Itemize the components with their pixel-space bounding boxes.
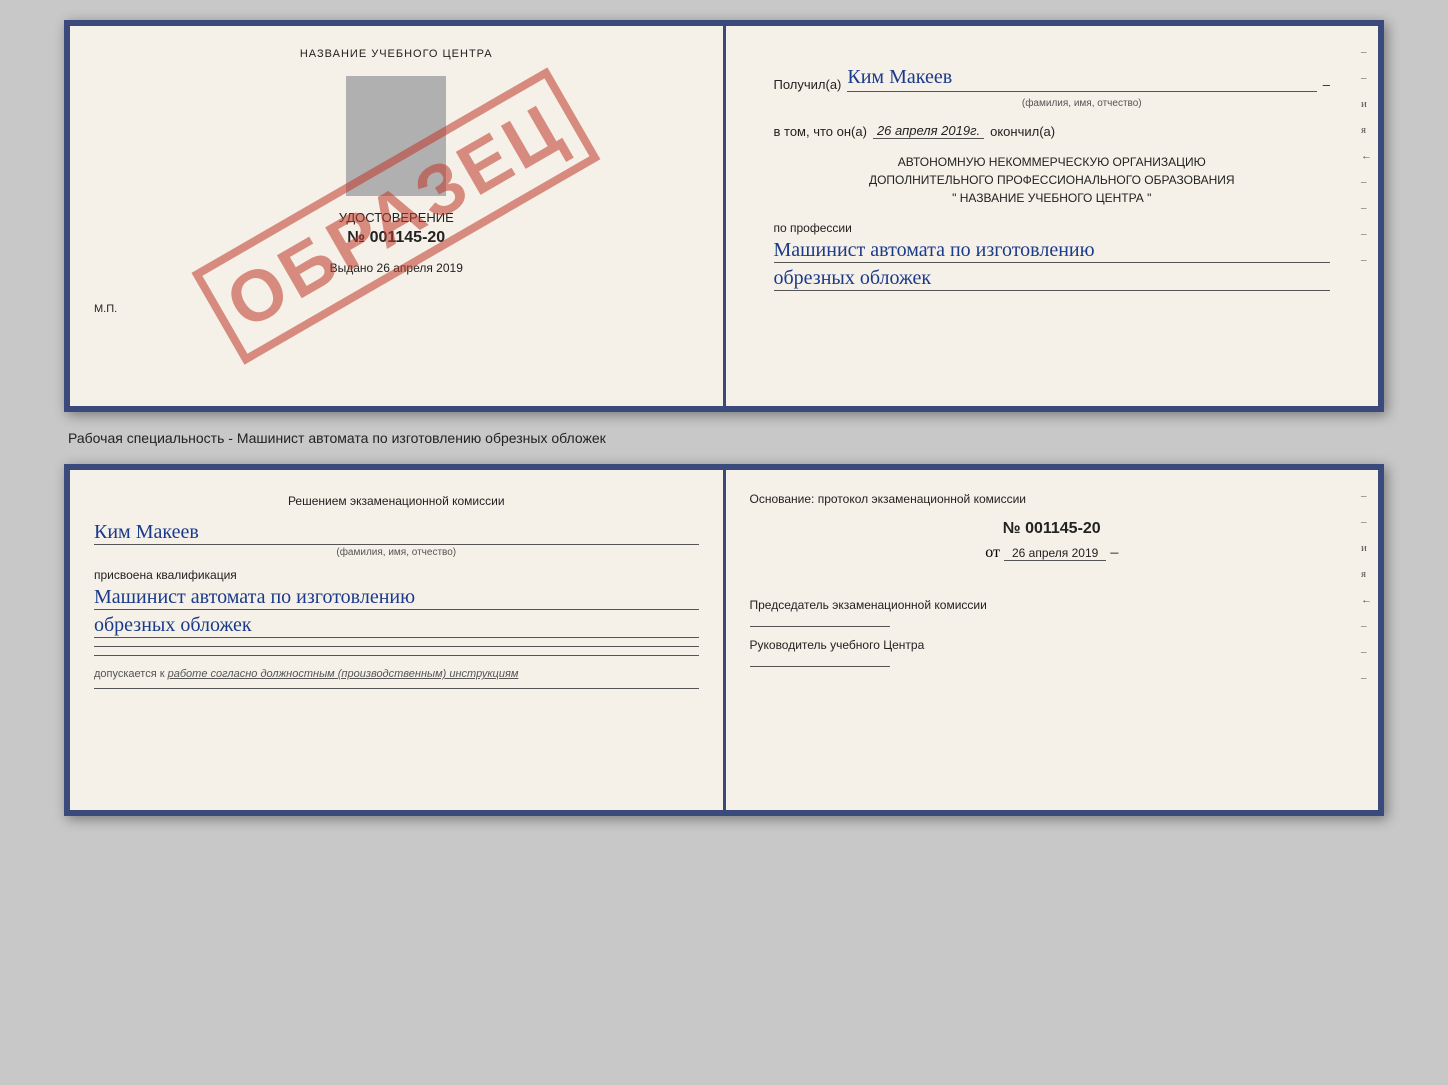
v-mark-3: и xyxy=(1361,98,1372,110)
basis-text: Основание: протокол экзаменационной коми… xyxy=(750,492,1355,506)
in-that-line: в том, что он(а) 26 апреля 2019г. окончи… xyxy=(774,123,1331,139)
v-mark-2: – xyxy=(1361,72,1372,84)
top-left-page: НАЗВАНИЕ УЧЕБНОГО ЦЕНТРА УДОСТОВЕРЕНИЕ №… xyxy=(70,26,726,406)
recipient-line: Получил(а) Ким Макеев – xyxy=(774,66,1331,92)
recipient-name: Ким Макеев xyxy=(847,66,1316,92)
director-signature-line xyxy=(750,666,890,667)
chairman-label: Председатель экзаменационной комиссии xyxy=(750,597,1355,614)
top-document: НАЗВАНИЕ УЧЕБНОГО ЦЕНТРА УДОСТОВЕРЕНИЕ №… xyxy=(64,20,1384,412)
decision-label: Решением экзаменационной комиссии xyxy=(94,492,699,511)
profession-line2: обрезных обложек xyxy=(774,267,1331,291)
cert-subtitle: УДОСТОВЕРЕНИЕ xyxy=(94,210,699,225)
finished-label: окончил(а) xyxy=(990,124,1055,139)
allowed-text: допускается к работе согласно должностны… xyxy=(94,668,699,680)
vb-mark-5: ← xyxy=(1361,594,1372,606)
qualification-line1: Машинист автомата по изготовлению xyxy=(94,586,699,610)
in-that-label: в том, что он(а) xyxy=(774,124,867,139)
vertical-marks-bottom: – – и я ← – – – xyxy=(1361,490,1372,684)
bottom-document: Решением экзаменационной комиссии Ким Ма… xyxy=(64,464,1384,816)
recipient-dash: – xyxy=(1323,77,1330,92)
v-mark-8: – xyxy=(1361,228,1372,240)
bottom-right-page: Основание: протокол экзаменационной коми… xyxy=(726,470,1379,810)
profession-label: по профессии xyxy=(774,221,1331,235)
vb-mark-4: я xyxy=(1361,568,1372,580)
v-mark-5: ← xyxy=(1361,150,1372,162)
cert-issued: Выдано 26 апреля 2019 xyxy=(94,261,699,275)
fio-label-top: (фамилия, имя, отчество) xyxy=(834,98,1331,109)
allowed-underline: работе согласно должностным (производств… xyxy=(168,668,519,680)
org-block: АВТОНОМНУЮ НЕКОММЕРЧЕСКУЮ ОРГАНИЗАЦИЮ ДО… xyxy=(774,153,1331,207)
top-right-content: Получил(а) Ким Макеев – (фамилия, имя, о… xyxy=(750,48,1355,307)
v-mark-4: я xyxy=(1361,124,1372,136)
vb-mark-1: – xyxy=(1361,490,1372,502)
protocol-date: 26 апреля 2019 xyxy=(1004,546,1106,561)
fio-label-bottom: (фамилия, имя, отчество) xyxy=(94,547,699,558)
date-value: 26 апреля 2019г. xyxy=(873,123,984,139)
blank-line-2 xyxy=(94,655,699,656)
issued-label: Выдано xyxy=(330,261,374,275)
person-name: Ким Макеев xyxy=(94,521,699,545)
org-line1: АВТОНОМНУЮ НЕКОММЕРЧЕСКУЮ ОРГАНИЗАЦИЮ xyxy=(774,153,1331,171)
dash-right: – xyxy=(1110,544,1118,561)
top-right-page: Получил(а) Ким Макеев – (фамилия, имя, о… xyxy=(726,26,1379,406)
vertical-marks: – – и я ← – – – – xyxy=(1361,46,1372,266)
protocol-date-wrapper: от 26 апреля 2019 – xyxy=(750,544,1355,579)
date-prefix: от xyxy=(985,544,1000,561)
chairman-signature-line xyxy=(750,626,890,627)
bottom-left-page: Решением экзаменационной комиссии Ким Ма… xyxy=(70,470,726,810)
allowed-prefix: допускается к xyxy=(94,668,165,680)
v-mark-7: – xyxy=(1361,202,1372,214)
vb-mark-3: и xyxy=(1361,542,1372,554)
recipient-label: Получил(а) xyxy=(774,77,842,92)
protocol-number: № 001145-20 xyxy=(750,520,1355,538)
cert-school-name: НАЗВАНИЕ УЧЕБНОГО ЦЕНТРА xyxy=(94,48,699,60)
assigned-label: присвоена квалификация xyxy=(94,568,699,582)
vb-mark-8: – xyxy=(1361,672,1372,684)
org-line2: ДОПОЛНИТЕЛЬНОГО ПРОФЕССИОНАЛЬНОГО ОБРАЗО… xyxy=(774,171,1331,189)
vb-mark-7: – xyxy=(1361,646,1372,658)
qualification-line2: обрезных обложек xyxy=(94,614,699,638)
vb-mark-6: – xyxy=(1361,620,1372,632)
separator-label: Рабочая специальность - Машинист автомат… xyxy=(64,430,1384,446)
cert-stamp: М.П. xyxy=(94,303,699,315)
blank-line-1 xyxy=(94,646,699,647)
v-mark-6: – xyxy=(1361,176,1372,188)
v-mark-9: – xyxy=(1361,254,1372,266)
issued-date: 26 апреля 2019 xyxy=(377,261,463,275)
profession-line1: Машинист автомата по изготовлению xyxy=(774,239,1331,263)
blank-line-3 xyxy=(94,688,699,689)
org-line3: " НАЗВАНИЕ УЧЕБНОГО ЦЕНТРА " xyxy=(774,189,1331,207)
vb-mark-2: – xyxy=(1361,516,1372,528)
photo-placeholder xyxy=(346,76,446,196)
v-mark-1: – xyxy=(1361,46,1372,58)
director-label: Руководитель учебного Центра xyxy=(750,637,1355,654)
cert-number: № 001145-20 xyxy=(94,229,699,247)
